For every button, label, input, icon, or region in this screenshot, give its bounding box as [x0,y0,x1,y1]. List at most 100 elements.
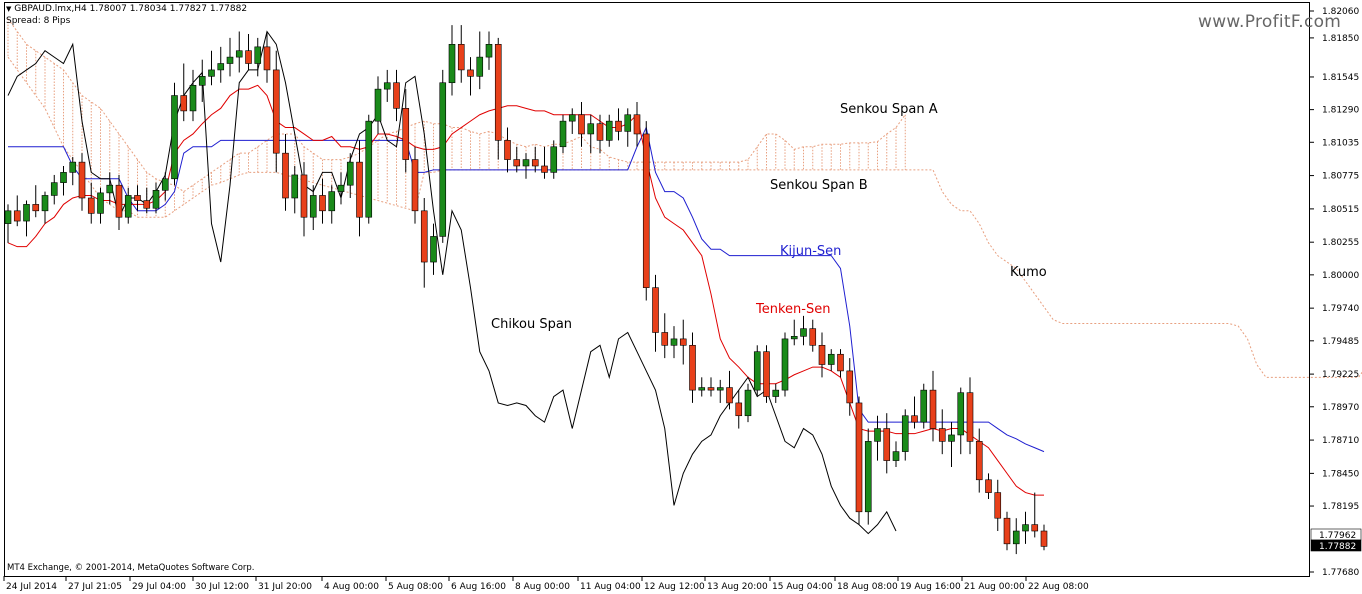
time-tick-label: 11 Aug 04:00 [580,582,641,592]
price-tick-label: 1.79485 [1322,337,1359,347]
candle-body [920,389,928,423]
chikou-span-label: Chikou Span [491,317,572,332]
price-tick-label: 1.80000 [1322,271,1359,281]
candle-body [383,82,391,90]
candle-body [531,159,539,167]
candle-body [134,195,141,201]
candle-body [208,69,215,77]
candle-body [430,236,437,263]
price-tick-label: 1.81290 [1322,106,1359,116]
candle-body [679,338,687,346]
candle-body [827,353,835,365]
candle-body [337,184,345,192]
time-tick-label: 4 Aug 00:00 [324,582,379,592]
time-tick-label: 8 Aug 00:00 [515,582,570,592]
candle-body [106,184,114,194]
senkou-span-b-label: Senkou Span B [770,178,868,193]
candle-body [541,165,548,173]
candle-body [1031,524,1039,532]
candle-body [670,338,678,346]
candle-body [957,392,965,436]
kumo-label: Kumo [1010,265,1047,280]
candle-body [32,204,40,212]
candle-body [217,63,225,71]
time-tick-label: 24 Jul 2014 [6,582,57,592]
candle-body [975,441,983,481]
candle-body [911,415,918,423]
time-tick-label: 6 Aug 16:00 [451,582,506,592]
time-tick-label: 15 Aug 04:00 [772,582,833,592]
time-tick-label: 18 Aug 08:00 [837,582,898,592]
candle-body [938,428,946,442]
time-tick-label: 21 Aug 00:00 [964,582,1025,592]
candle-body [809,328,817,346]
candle-body [726,387,733,404]
price-tick-label: 1.78450 [1322,469,1359,479]
candle-body [633,114,641,135]
candle-body [948,434,955,442]
candle-body [328,191,336,212]
candle-body [1040,530,1048,547]
candle-body [763,351,770,397]
time-tick-label: 30 Jul 12:00 [195,582,249,592]
candle-body [929,389,937,429]
triangle-down-icon[interactable]: ▼ [6,5,11,13]
candle-body [559,120,567,148]
price-tick-label: 1.81850 [1322,34,1359,44]
candle-body [994,492,1002,519]
candle-body [846,370,854,404]
candle-body [309,195,317,218]
candle-body [596,123,604,141]
candle-body [874,428,881,442]
candle-body [652,287,659,333]
candle-body [642,133,650,288]
senkou-span-a-label: Senkou Span A [840,102,938,117]
symbol-line: GBPAUD.lmx,H4 1.78007 1.78034 1.77827 1.… [14,4,248,14]
candle-body [476,56,484,77]
candle-body [605,120,613,141]
candle-body [1012,530,1020,545]
time-tick-label: 22 Aug 08:00 [1028,582,1089,592]
chart-header: ▼ GBPAUD.lmx,H4 1.78007 1.78034 1.77827 … [6,4,247,14]
price-tick-label: 1.79740 [1322,304,1359,314]
candle-body [143,200,151,209]
chart-background [0,0,1362,594]
price-tick-label: 1.77680 [1322,568,1359,578]
candle-body [272,69,280,154]
candle-body [1022,524,1029,532]
candle-body [152,190,160,209]
time-tick-label: 19 Aug 16:00 [900,582,961,592]
candle-body [115,184,123,218]
candle-body [180,95,188,112]
time-tick-label: 29 Jul 04:00 [132,582,186,592]
candle-body [13,210,21,222]
candle-body [319,195,326,212]
kijun-sen-label: Kijun-Sen [780,244,841,259]
candle-body [124,195,132,218]
candle-body [189,84,197,112]
time-tick-label: 5 Aug 08:00 [388,582,443,592]
candle-body [864,441,872,513]
candle-body [4,210,12,224]
candle-body [50,182,58,196]
candle-body [550,146,558,173]
time-tick-label: 12 Aug 12:00 [644,582,705,592]
price-tick-label: 1.79225 [1322,370,1359,380]
price-box-label: 1.77962 [1319,531,1356,541]
candle-body [439,82,447,237]
candle-body [411,159,419,212]
candle-body [707,387,715,391]
candle-body [716,387,724,391]
candle-body [494,44,502,141]
candle-body [698,387,706,391]
candle-body [781,338,789,391]
time-tick-label: 31 Jul 20:00 [258,582,312,592]
candle-body [291,174,299,199]
candle-body [374,88,382,122]
price-tick-label: 1.80515 [1322,205,1359,215]
candle-body [420,210,428,263]
candle-body [365,120,373,218]
price-chart[interactable]: 1.820601.818501.815451.812901.810351.807… [0,0,1362,594]
candle-body [282,152,289,199]
candle-body [800,328,807,337]
